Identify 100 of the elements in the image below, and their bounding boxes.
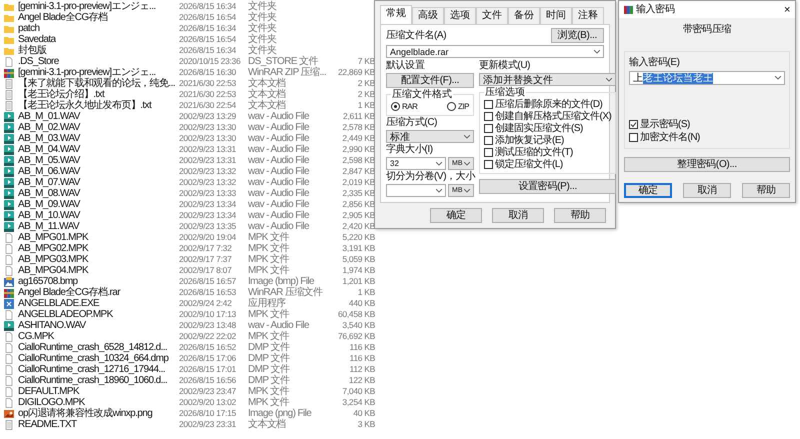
file-name[interactable]: 封包版 [16,45,178,56]
file-name[interactable]: patch [16,23,178,34]
file-name[interactable]: 【来了就能下载和观看的论坛，纯免... [16,78,178,89]
file-name[interactable]: CialloRuntime_crash_18960_1060.d... [16,375,178,386]
set-password-button[interactable]: 设置密码(P)... [479,179,616,194]
field-label: 压缩方式(C) [386,117,438,129]
split-size-dropdown[interactable] [386,184,446,197]
profiles-button[interactable]: 配置文件(F)... [386,73,474,88]
tab[interactable]: 高级 [412,7,444,24]
file-name[interactable]: AB_M_05.WAV [16,155,178,166]
text-file-icon [4,90,14,100]
file-type: Image (bmp) File [248,276,316,287]
file-name[interactable]: .DS_Store [16,56,178,67]
file-name[interactable]: 【老王论坛介绍】.txt [16,89,178,100]
text-file-icon [4,100,14,110]
file-type: wav - Audio File [248,166,310,177]
dialog-button[interactable]: 帮助 [554,208,606,223]
tab[interactable]: 注释 [572,7,604,24]
file-name[interactable]: [gemini-3.1-pro-preview]エンジェ... [16,1,178,12]
dictionary-dropdown[interactable]: 32 [386,157,446,170]
checkbox-option[interactable]: 测试压缩的文件(T) [484,147,612,158]
file-type: wav - Audio File [248,177,310,188]
file-name[interactable]: 【老王论坛永久地址发布页】.txt [16,100,178,111]
file-type: DS_STORE 文件 [248,56,318,67]
checkbox-option[interactable]: 显示密码(S) [629,119,785,130]
checkbox-option[interactable]: 加密文件名(N) [629,132,785,143]
group-title: 压缩选项 [484,87,526,98]
password-field[interactable]: 上老王论坛当老王 [629,71,785,85]
file-size: 1,201 KB [341,276,375,287]
file-name[interactable]: CialloRuntime_crash_6528_14812.d... [16,342,178,353]
file-name[interactable]: AB_M_01.WAV [16,111,178,122]
file-name[interactable]: CialloRuntime_crash_10324_664.dmp [16,353,178,364]
file-name[interactable]: ANGELBLADEOP.MPK [16,309,178,320]
file-size: 3,540 KB [341,320,375,331]
dialog-button[interactable]: 取消 [492,208,544,223]
update-mode-dropdown[interactable]: 添加并替换文件 [479,73,616,86]
file-name[interactable]: README.TXT [16,419,178,430]
dropdown-caret-icon [436,162,442,166]
file-name[interactable]: ANGELBLADE.EXE [16,298,178,309]
dialog-button[interactable]: 取消 [683,183,731,198]
file-name[interactable]: AB_M_08.WAV [16,188,178,199]
checkbox-option[interactable]: 创建固实压缩文件(S) [484,123,612,134]
window-title: 输入密码 [636,4,676,16]
radio-option[interactable]: RAR [391,101,418,112]
checkbox-option[interactable]: 创建自解压格式压缩文件(X) [484,111,612,122]
file-name[interactable]: AB_M_07.WAV [16,177,178,188]
archive-name-field[interactable]: Angelblade.rar [386,45,604,58]
checkbox-option[interactable]: 锁定压缩文件(L) [484,159,612,170]
file-type: DMP 文件 [248,375,291,386]
dialog-button[interactable]: 确定 [430,208,482,223]
file-name[interactable]: AB_M_09.WAV [16,199,178,210]
field-label: 字典大小(I) [386,144,434,156]
file-name[interactable]: AB_M_03.WAV [16,133,178,144]
tab[interactable]: 备份 [508,7,540,24]
file-name[interactable]: CialloRuntime_crash_12716_17944... [16,364,178,375]
tab[interactable]: 常规 [380,5,412,24]
file-size: 3 KB [356,419,375,430]
radio-option[interactable]: ZIP [447,101,469,112]
field-label: 输入密码(E) [629,57,681,69]
file-type: DMP 文件 [248,353,291,364]
browse-button[interactable]: 浏览(B)... [550,28,604,43]
file-name[interactable]: ag165708.bmp [16,276,178,287]
organize-passwords-button[interactable]: 整理密码(O)... [624,157,790,172]
file-name[interactable]: Angel Blade全CG存档 [16,12,178,23]
file-name[interactable]: ASHITANO.WAV [16,320,178,331]
checkbox-option[interactable]: 添加恢复记录(E) [484,135,612,146]
file-type: wav - Audio File [248,111,310,122]
audio-file-icon [4,166,14,176]
file-name[interactable]: AB_M_11.WAV [16,221,178,232]
audio-file-icon [4,178,14,188]
file-name[interactable]: AB_MPG02.MPK [16,243,178,254]
audio-file-icon [4,200,14,210]
field-label: 默认设置 [386,60,426,72]
file-name[interactable]: DIGILOGO.MPK [16,397,178,408]
dropdown-caret-icon [436,188,442,192]
file-name[interactable]: DEFAULT.MPK [16,386,178,397]
close-button[interactable]: × [784,4,790,16]
file-name[interactable]: AB_MPG01.MPK [16,232,178,243]
file-type: wav - Audio File [248,133,310,144]
method-dropdown[interactable]: 标准 [386,130,474,143]
file-type: MPK 文件 [248,309,290,320]
file-name[interactable]: CG.MPK [16,331,178,342]
file-name[interactable]: Savedata [16,34,178,45]
file-name[interactable]: AB_M_06.WAV [16,166,178,177]
dialog-button[interactable]: 帮助 [742,183,790,198]
tab[interactable]: 选项 [444,7,476,24]
file-name[interactable]: AB_M_04.WAV [16,144,178,155]
file-name[interactable]: AB_MPG04.MPK [16,265,178,276]
file-size: 1,974 KB [341,265,375,276]
tab[interactable]: 时间 [540,7,572,24]
file-name[interactable]: AB_M_10.WAV [16,210,178,221]
dialog-button[interactable]: 确定 [624,183,672,198]
tab[interactable]: 文件 [476,7,508,24]
file-name[interactable]: [gemini-3.1-pro-preview]エンジェ... [16,67,178,78]
file-size: 112 KB [348,364,375,375]
file-name[interactable]: AB_M_02.WAV [16,122,178,133]
file-name[interactable]: Angel Blade全CG存档.rar [16,287,178,298]
file-name[interactable]: AB_MPG03.MPK [16,254,178,265]
file-name[interactable]: op闪退请将兼容性改成winxp.png [16,408,178,419]
checkbox-option[interactable]: 压缩后删除原来的文件(D) [484,99,612,110]
